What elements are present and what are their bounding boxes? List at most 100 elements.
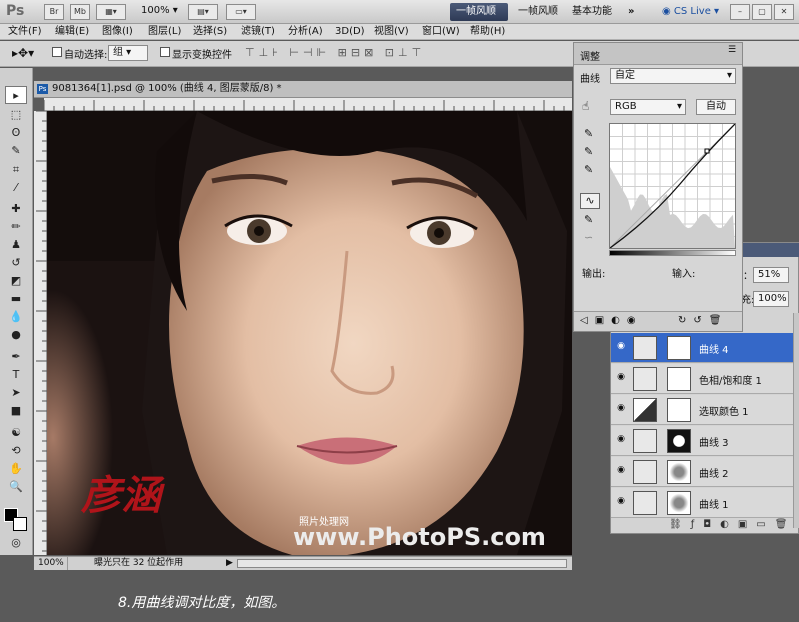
document-tab[interactable]: Ps 9081364[1].psd @ 100% (曲线 4, 图层蒙版/8) …: [34, 81, 572, 98]
channel-dropdown[interactable]: RGB ▾: [610, 99, 686, 115]
menu-analysis[interactable]: 分析(A): [288, 25, 323, 39]
preset-value: 自定: [615, 70, 635, 81]
zoom-level-select[interactable]: 100% ▾: [141, 5, 178, 16]
background-color-swatch[interactable]: [13, 517, 27, 531]
menu-file[interactable]: 文件(F): [8, 25, 42, 39]
layer-row-curves-4[interactable]: ◉ 曲线 4: [611, 333, 793, 363]
pen-tool-icon[interactable]: ✒: [5, 348, 27, 366]
hand-tool-icon[interactable]: ✋: [5, 460, 27, 478]
panel-menu-icon[interactable]: ☰: [728, 45, 736, 55]
more-workspaces-button[interactable]: »: [622, 3, 640, 21]
horizontal-ruler[interactable]: [43, 98, 572, 111]
blur-tool-icon[interactable]: 💧: [5, 308, 27, 326]
quick-mask-icon[interactable]: ◎: [5, 534, 27, 552]
smooth-curve-icon[interactable]: ∽: [584, 231, 593, 244]
auto-select-checkbox[interactable]: [52, 47, 62, 57]
marquee-tool-icon[interactable]: ⬚: [5, 106, 27, 124]
minimize-button[interactable]: –: [730, 4, 750, 20]
show-transform-checkbox[interactable]: [160, 47, 170, 57]
eyedropper-tool-icon[interactable]: ⁄: [5, 179, 27, 197]
visibility-eye-icon[interactable]: ◉: [615, 341, 627, 353]
auto-select-dropdown[interactable]: 组 ▾: [108, 45, 148, 61]
workspace-tab-essentials[interactable]: 基本功能: [566, 3, 618, 21]
cs-live-button[interactable]: ◉ CS Live ▾: [656, 3, 725, 21]
visibility-eye-icon[interactable]: ◉: [615, 465, 627, 477]
healing-brush-icon[interactable]: ✚: [5, 200, 27, 218]
align-buttons[interactable]: ⊤⊥⊦ ⊢⊣⊩ ⊞⊟⊠ ⊡⊥⊤: [245, 46, 425, 59]
gradient-tool-icon[interactable]: ▬: [5, 290, 27, 308]
layer-row-curves-3[interactable]: ◉ 曲线 3: [611, 426, 793, 456]
layer-mask-thumbnail[interactable]: [667, 336, 691, 360]
black-point-eyedropper-icon[interactable]: ✎: [584, 163, 593, 176]
adjustment-footer-buttons[interactable]: ◁▣◐◉: [580, 315, 643, 326]
visibility-eye-icon[interactable]: ◉: [615, 403, 627, 415]
layer-mask-thumbnail[interactable]: [667, 491, 691, 515]
layers-footer-buttons[interactable]: ⛓ƒ◘◐▣▭🗑: [669, 519, 796, 530]
dodge-tool-icon[interactable]: ●: [5, 326, 27, 344]
crop-tool-icon[interactable]: ⌗: [5, 161, 27, 179]
pencil-draw-icon[interactable]: ✎: [584, 213, 593, 226]
adjustments-tab[interactable]: 调整: [580, 48, 600, 63]
move-tool-icon[interactable]: ▸: [5, 86, 27, 104]
move-tool-preset-icon[interactable]: ▸✥▾: [12, 46, 34, 60]
brush-tool-icon[interactable]: ✏: [5, 218, 27, 236]
layer-row-hue-saturation-1[interactable]: ◉ 色相/饱和度 1: [611, 364, 793, 394]
vertical-ruler[interactable]: [34, 110, 47, 555]
close-button[interactable]: ✕: [774, 4, 794, 20]
restore-button[interactable]: ▢: [752, 4, 772, 20]
layer-mask-thumbnail[interactable]: [667, 460, 691, 484]
arrange-documents-button[interactable]: ▤▾: [188, 4, 218, 20]
type-tool-icon[interactable]: T: [5, 366, 27, 384]
curve-point-tool-icon[interactable]: ∿: [580, 193, 600, 209]
history-brush-icon[interactable]: ↺: [5, 254, 27, 272]
layers-scrollbar[interactable]: [793, 313, 799, 528]
clone-stamp-icon[interactable]: ♟: [5, 236, 27, 254]
quick-select-tool-icon[interactable]: ✎: [5, 142, 27, 160]
eraser-tool-icon[interactable]: ◩: [5, 272, 27, 290]
menu-layer[interactable]: 图层(L): [148, 25, 181, 39]
targeted-adjust-icon[interactable]: ☝: [582, 99, 589, 113]
layer-mask-thumbnail[interactable]: [667, 367, 691, 391]
menu-select[interactable]: 选择(S): [193, 25, 227, 39]
view-extras-button[interactable]: ▦▾: [96, 4, 126, 20]
horizontal-scrollbar[interactable]: [237, 559, 567, 568]
fill-field[interactable]: 100%: [753, 291, 789, 307]
menu-help[interactable]: 帮助(H): [470, 25, 505, 39]
layer-row-curves-1[interactable]: ◉ 曲线 1: [611, 488, 793, 518]
visibility-eye-icon[interactable]: ◉: [615, 372, 627, 384]
workspace-tab-active[interactable]: 一帧风顺1: [450, 3, 508, 35]
menu-edit[interactable]: 编辑(E): [55, 25, 89, 39]
opacity-field[interactable]: 51%: [753, 267, 789, 283]
document-canvas[interactable]: 彦涵 照片处理网 www.PhotoPS.com: [47, 111, 572, 555]
lasso-tool-icon[interactable]: ʘ: [5, 124, 27, 142]
screen-mode-button[interactable]: ▭▾: [226, 4, 256, 20]
menu-3d[interactable]: 3D(D): [335, 25, 365, 39]
menu-filter[interactable]: 滤镜(T): [241, 25, 275, 39]
minibridge-button[interactable]: Mb: [70, 4, 90, 20]
layer-row-curves-2[interactable]: ◉ 曲线 2: [611, 457, 793, 487]
3d-rotate-icon[interactable]: ☯: [5, 424, 27, 442]
gray-point-eyedropper-icon[interactable]: ✎: [584, 145, 593, 158]
shape-tool-icon[interactable]: ■: [5, 402, 27, 420]
curves-graph[interactable]: [609, 123, 736, 249]
preset-dropdown[interactable]: 自定 ▾: [610, 68, 736, 84]
bridge-button[interactable]: Br: [44, 4, 64, 20]
auto-button[interactable]: 自动: [696, 99, 736, 115]
menu-window[interactable]: 窗口(W): [422, 25, 460, 39]
layer-mask-thumbnail[interactable]: [667, 398, 691, 422]
visibility-eye-icon[interactable]: ◉: [615, 496, 627, 508]
status-zoom[interactable]: 100%: [38, 557, 68, 570]
visibility-eye-icon[interactable]: ◉: [615, 434, 627, 446]
curve-control-point[interactable]: [704, 148, 710, 154]
status-menu-arrow[interactable]: ▶: [226, 557, 233, 570]
white-point-eyedropper-icon[interactable]: ✎: [584, 127, 593, 140]
menu-view[interactable]: 视图(V): [374, 25, 409, 39]
workspace-tab[interactable]: 一帧风顺: [512, 3, 564, 21]
zoom-tool-icon[interactable]: 🔍: [5, 478, 27, 496]
reset-and-delete-buttons[interactable]: ↻↺🗑: [678, 315, 728, 326]
menu-image[interactable]: 图像(I): [102, 25, 133, 39]
3d-camera-icon[interactable]: ⟲: [5, 442, 27, 460]
layer-mask-thumbnail[interactable]: [667, 429, 691, 453]
path-select-icon[interactable]: ➤: [5, 384, 27, 402]
layer-row-selective-color-1[interactable]: ◉ 选取颜色 1: [611, 395, 793, 425]
